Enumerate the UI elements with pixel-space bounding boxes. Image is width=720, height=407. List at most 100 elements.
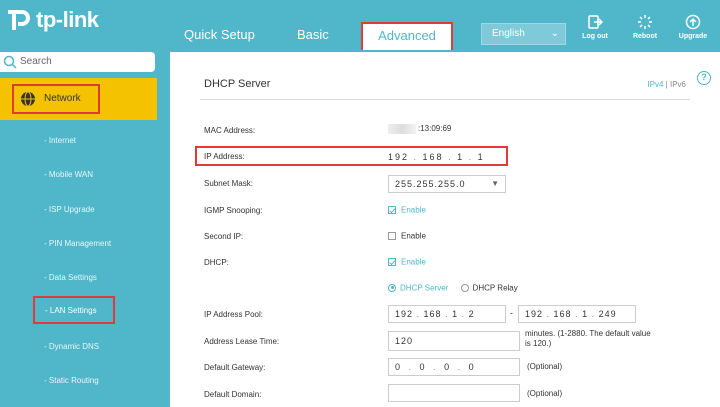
sidebar-item-isp-upgrade[interactable]: - ISP Upgrade [44,205,95,214]
radio-dhcp-server[interactable]: DHCP Server [388,283,448,292]
dhcp-label: DHCP: [204,258,229,267]
second-ip-enable-text: Enable [401,231,426,241]
page-title: DHCP Server [204,78,271,90]
ipv6-link[interactable]: IPv6 [670,80,686,89]
lease-note-line-1: minutes. (1-2880. The default value [525,329,651,338]
dhcp-relay-text: DHCP Relay [472,283,518,293]
tab-advanced[interactable]: Advanced [361,22,453,50]
domain-optional: (Optional) [527,389,563,398]
igmp-checkbox[interactable]: Enable [388,205,426,214]
ip-octet-2[interactable]: 168 [423,152,444,162]
chevron-down-icon: ⌄ [550,28,559,39]
gateway-label: Default Gateway: [204,363,266,372]
pool-end-field[interactable]: 192 . 168 . 1 . 249 [518,305,636,323]
pool-start-octet-4: 2 [468,309,475,319]
sidebar-item-pin-management[interactable]: - PIN Management [44,239,111,248]
globe-icon [21,91,35,107]
ip-version-switch: IPv4 | IPv6 [647,80,686,89]
dhcp-mode-radio-group: DHCP Server DHCP Relay [388,283,518,292]
logout-button[interactable]: Log out [575,14,615,40]
sidebar: Search Network - Internet - Mobile WAN -… [0,52,157,407]
igmp-enable-text: Enable [401,205,426,215]
lease-note: minutes. (1-2880. The default value is 1… [525,329,651,349]
mac-value: :13:09:69 [388,124,451,134]
logout-label: Log out [582,33,608,40]
lan-settings-label: - LAN Settings [45,306,97,315]
ip-address-field[interactable]: 192 . 168 . 1 . 1 [388,152,485,162]
upgrade-label: Upgrade [678,33,708,40]
reboot-icon [638,15,652,29]
mac-redacted [388,124,416,134]
top-header: tp-link Quick Setup Basic Advanced Engli… [0,0,720,52]
pool-label: IP Address Pool: [204,310,263,319]
mac-suffix: :13:09:69 [418,124,452,134]
dhcp-server-text: DHCP Server [400,283,449,293]
ip-octet-1[interactable]: 192 [388,152,409,162]
radio-dhcp-relay[interactable]: DHCP Relay [460,283,518,293]
sidebar-item-static-routing[interactable]: - Static Routing [44,376,99,385]
subnet-label: Subnet Mask: [204,179,253,188]
sidebar-item-internet[interactable]: - Internet [44,136,76,145]
logout-icon [588,15,603,29]
pool-end-octet-1: 192 [525,309,544,319]
domain-label: Default Domain: [204,390,262,399]
help-icon[interactable]: ? [697,71,711,85]
brand-name: tp-link [36,7,99,32]
gateway-octet-4: 0 [468,362,477,372]
search-input[interactable]: Search [0,52,155,72]
sidebar-item-data-settings[interactable]: - Data Settings [44,273,97,282]
reboot-label: Reboot [632,33,658,40]
title-divider [200,99,690,100]
igmp-label: IGMP Snooping: [204,206,263,215]
gateway-field[interactable]: 0 . 0 . 0 . 0 [388,358,520,376]
lease-time-input[interactable]: 120 [388,331,520,351]
language-select[interactable]: English ⌄ [481,23,566,45]
tp-link-logo-icon [8,10,30,30]
lease-note-line-2: is 120.) [525,339,552,348]
sidebar-item-dynamic-dns[interactable]: - Dynamic DNS [44,342,99,351]
gateway-optional: (Optional) [527,362,563,371]
dhcp-enable-text: Enable [401,257,426,267]
sidebar-item-mobile-wan[interactable]: - Mobile WAN [44,170,93,179]
reboot-button[interactable]: Reboot [625,14,665,40]
second-ip-checkbox[interactable]: Enable [388,231,426,240]
checkbox-checked-icon [388,205,396,214]
pool-dash: - [510,308,513,318]
upgrade-icon [685,14,701,30]
gateway-octet-1: 0 [395,362,404,372]
search-placeholder: Search [20,56,52,67]
sidebar-item-lan-settings[interactable]: - LAN Settings [33,296,115,324]
tab-basic[interactable]: Basic [297,22,329,48]
pool-end-octet-4: 249 [598,309,617,319]
lease-label: Address Lease Time: [204,337,280,346]
chevron-down-icon: ▼ [491,179,500,188]
gateway-octet-2: 0 [419,362,428,372]
network-label: Network [44,93,81,104]
tab-quick-setup[interactable]: Quick Setup [184,22,255,48]
ipv4-link[interactable]: IPv4 [647,80,663,89]
tp-link-logo: tp-link [4,6,99,34]
radio-unselected-icon [460,283,469,292]
main-panel: DHCP Server IPv4 | IPv6 ? MAC Address: :… [170,52,720,407]
ip-label: IP Address: [204,152,245,161]
pool-start-field[interactable]: 192 . 168 . 1 . 2 [388,305,506,323]
subnet-value: 255.255.255.0 [395,179,466,189]
gateway-octet-3: 0 [444,362,453,372]
mac-label: MAC Address: [204,126,256,135]
domain-input[interactable] [388,384,520,402]
subnet-select[interactable]: 255.255.255.0 ▼ [388,175,506,193]
pool-end-octet-2: 168 [553,309,572,319]
ipv-separator: | [665,80,668,89]
sidebar-item-network[interactable]: Network [0,78,157,120]
pool-start-octet-1: 192 [395,309,414,319]
checkbox-checked-icon [388,257,396,266]
dhcp-checkbox[interactable]: Enable [388,257,426,266]
second-ip-label: Second IP: [204,232,244,241]
checkbox-unchecked-icon [388,231,396,240]
pool-start-octet-2: 168 [423,309,442,319]
radio-selected-icon [388,283,396,292]
network-highlight: Network [12,84,100,114]
ip-octet-4[interactable]: 1 [478,152,485,162]
language-value: English [492,28,525,39]
upgrade-button[interactable]: Upgrade [673,14,713,40]
